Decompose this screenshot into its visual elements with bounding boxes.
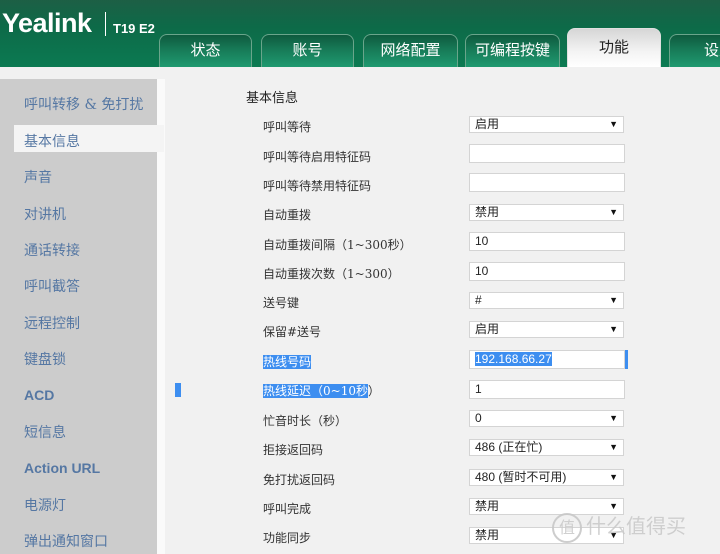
sidebar-item-transfer[interactable]: 通话转接 <box>24 240 80 260</box>
auto-redial-value: 禁用 <box>475 205 500 219</box>
label-cw-off-code: 呼叫等待禁用特征码 <box>263 179 372 193</box>
model-label: T19 E2 <box>113 21 155 36</box>
dnd-code-value: 480 (暂时不可用) <box>475 470 567 484</box>
label-hotline-number: 热线号码 <box>263 353 312 370</box>
watermark-badge-icon: 值 <box>552 513 582 543</box>
selection-marker <box>175 383 181 397</box>
sidebar-item-intercom[interactable]: 对讲机 <box>24 204 66 224</box>
dropdown-arrow-icon: ▼ <box>609 119 618 129</box>
sidebar-item-general[interactable]: 基本信息 <box>24 131 80 151</box>
tab-features[interactable]: 功能 <box>567 28 661 67</box>
sidebar-item-call-pickup[interactable]: 呼叫截答 <box>24 276 80 296</box>
sidebar-item-power-led[interactable]: 电源灯 <box>24 495 66 515</box>
tab-status[interactable]: 状态 <box>159 34 252 67</box>
redial-interval-input[interactable]: 10 <box>469 232 625 251</box>
dropdown-arrow-icon: ▼ <box>609 207 618 217</box>
label-dnd-code: 免打扰返回码 <box>263 473 336 487</box>
feature-sync-value: 禁用 <box>475 528 500 542</box>
hotline-number-input[interactable]: 192.168.66.27 <box>469 350 625 369</box>
tab-settings[interactable]: 设置 <box>669 34 720 67</box>
label-redial-tries: 自动重拨次数（1~300） <box>263 267 400 281</box>
send-key-value: # <box>475 293 482 307</box>
label-reserve-hash: 保留#送号 <box>263 325 322 339</box>
logo-divider <box>105 12 106 36</box>
label-hotline-delay: 热线延迟（0~10秒） <box>263 382 380 399</box>
cw-off-code-input[interactable] <box>469 173 625 192</box>
sidebar-item-forward-dnd[interactable]: 呼叫转移 & 免打扰 <box>24 94 143 114</box>
hotline-delay-label-rest: ） <box>367 384 380 398</box>
send-key-select[interactable]: # ▼ <box>469 292 624 309</box>
dropdown-arrow-icon: ▼ <box>609 472 618 482</box>
watermark-text: 什么值得买 <box>586 514 686 538</box>
yealink-logo: Yealink <box>2 8 92 38</box>
cw-on-code-input[interactable] <box>469 144 625 163</box>
label-feature-sync: 功能同步 <box>263 531 312 545</box>
sidebar-item-action-url[interactable]: Action URL <box>24 460 100 476</box>
dropdown-arrow-icon: ▼ <box>609 295 618 305</box>
label-redial-interval: 自动重拨间隔（1~300秒） <box>263 238 412 252</box>
hotline-delay-label-selected: 热线延迟（0~10秒 <box>263 384 368 398</box>
sidebar-item-acd[interactable]: ACD <box>24 387 54 403</box>
redial-tries-input[interactable]: 10 <box>469 262 625 281</box>
sidebar-item-keypad-lock[interactable]: 键盘锁 <box>24 349 66 369</box>
label-call-waiting: 呼叫等待 <box>263 120 312 134</box>
label-auto-redial: 自动重拨 <box>263 208 312 222</box>
sidebar-item-sms[interactable]: 短信息 <box>24 422 66 442</box>
label-busy-tone: 忙音时长（秒） <box>263 414 348 428</box>
dropdown-arrow-icon: ▼ <box>609 324 618 334</box>
auto-redial-select[interactable]: 禁用 ▼ <box>469 204 624 221</box>
label-cw-on-code: 呼叫等待启用特征码 <box>263 150 372 164</box>
busy-tone-value: 0 <box>475 411 482 425</box>
sidebar-item-audio[interactable]: 声音 <box>24 167 52 187</box>
tab-account[interactable]: 账号 <box>261 34 354 67</box>
watermark: 值什么值得买 <box>552 510 686 543</box>
hotline-number-label-text: 热线号码 <box>263 355 312 369</box>
sidebar-item-notification-popups[interactable]: 弹出通知窗口 <box>24 531 108 551</box>
call-waiting-select[interactable]: 启用 ▼ <box>469 116 624 133</box>
sidebar-item-remote-control[interactable]: 远程控制 <box>24 313 80 333</box>
dropdown-arrow-icon: ▼ <box>609 442 618 452</box>
hotline-delay-input[interactable]: 1 <box>469 380 625 399</box>
tab-network[interactable]: 网络配置 <box>363 34 458 67</box>
dropdown-arrow-icon: ▼ <box>609 413 618 423</box>
reject-code-value: 486 (正在忙) <box>475 440 543 454</box>
section-title: 基本信息 <box>246 91 299 106</box>
call-completion-value: 禁用 <box>475 499 500 513</box>
busy-tone-select[interactable]: 0 ▼ <box>469 410 624 427</box>
tab-dsskey[interactable]: 可编程按键 <box>465 34 560 67</box>
reserve-hash-select[interactable]: 启用 ▼ <box>469 321 624 338</box>
dnd-code-select[interactable]: 480 (暂时不可用) ▼ <box>469 469 624 486</box>
label-call-completion: 呼叫完成 <box>263 502 312 516</box>
reserve-hash-value: 启用 <box>475 322 500 336</box>
label-send-key: 送号键 <box>263 296 300 310</box>
label-reject-code: 拒接返回码 <box>263 443 324 457</box>
reject-code-select[interactable]: 486 (正在忙) ▼ <box>469 439 624 456</box>
text-selection-caret <box>625 350 628 369</box>
hotline-number-value: 192.168.66.27 <box>475 352 552 366</box>
header-bar: Yealink T19 E2 状态 账号 网络配置 可编程按键 功能 设置 <box>0 0 720 67</box>
call-waiting-value: 启用 <box>475 117 500 131</box>
